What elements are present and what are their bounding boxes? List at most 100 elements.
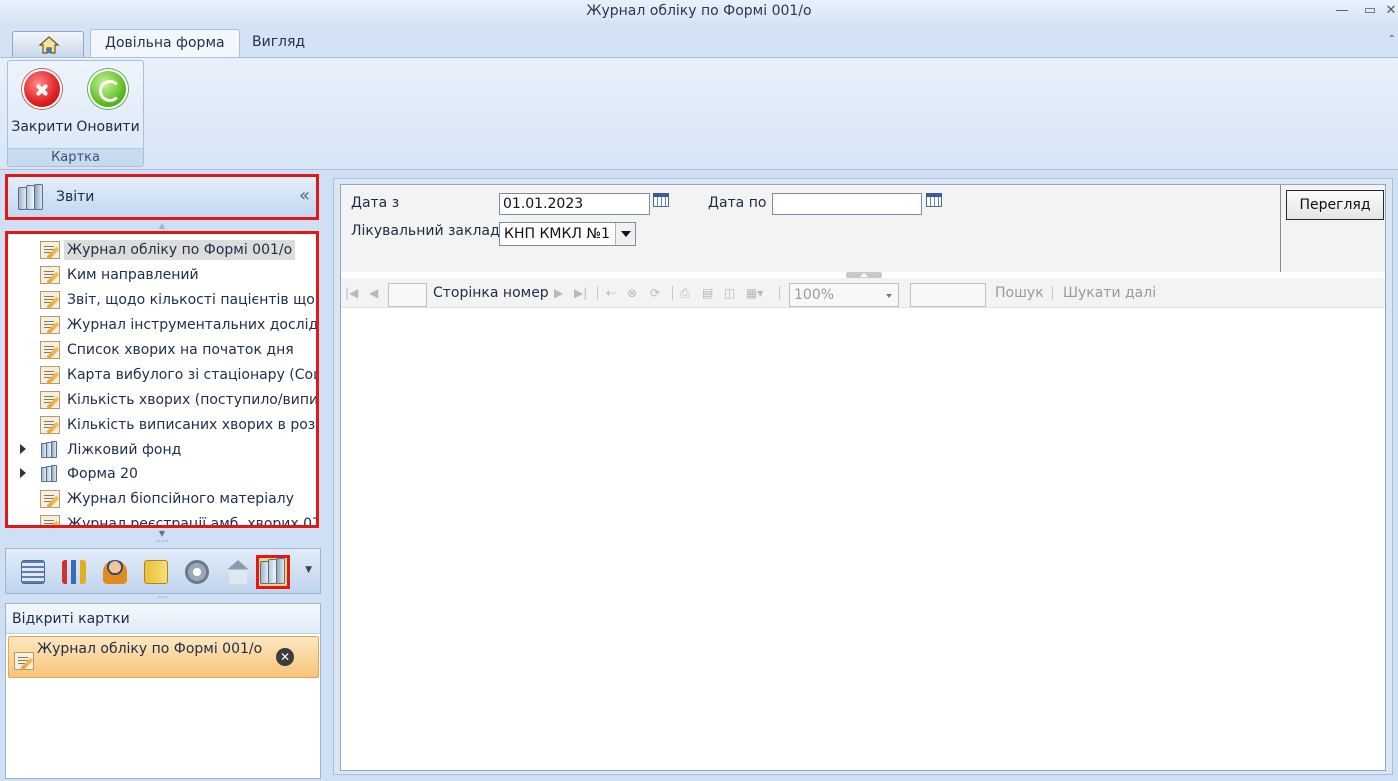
last-page-icon[interactable]: ▶| — [574, 286, 587, 300]
report-icon — [40, 241, 60, 259]
opened-cards-panel: Відкриті картки Журнал обліку по Формі 0… — [5, 603, 321, 779]
tree-item[interactable]: Список хворих на початок дня — [8, 338, 316, 362]
tree-item[interactable]: Звіт, щодо кількості пацієнтів що зве — [8, 288, 319, 312]
zoom-select[interactable]: 100% — [789, 283, 899, 307]
close-circle-icon — [22, 69, 62, 109]
tree-item-label: Журнал реєстрації амб. хворих 074 — [67, 516, 319, 528]
opened-card-label: Журнал обліку по Формі 001/о — [37, 641, 263, 657]
previous-page-icon[interactable]: ◀ — [369, 286, 378, 300]
divider — [597, 286, 598, 300]
page-number-input[interactable] — [388, 283, 427, 307]
window-title: Журнал обліку по Формі 001/о — [586, 3, 812, 19]
print-icon[interactable]: ⎙ — [680, 286, 690, 301]
tree-item-label: Звіт, щодо кількості пацієнтів що зве — [67, 292, 319, 308]
splitter-middle[interactable]: ▼ ····· — [5, 530, 319, 546]
close-button[interactable]: Закрити — [10, 67, 74, 137]
folder-reports-icon — [40, 465, 60, 483]
report-icon — [40, 391, 60, 409]
page-setup-icon[interactable]: ◫ — [724, 286, 735, 300]
tree-item[interactable]: Журнал обліку по Формі 001/о — [8, 238, 316, 262]
first-page-icon[interactable]: |◀ — [345, 286, 358, 300]
grid-add-icon[interactable] — [16, 555, 50, 589]
collapse-pane-icon[interactable]: « — [299, 185, 310, 206]
ribbon-group-card: Закрити Оновити Картка — [7, 60, 144, 167]
report-icon — [40, 515, 60, 525]
search-next-link[interactable]: Шукати далі — [1063, 285, 1156, 301]
back-icon[interactable]: ⇠ — [606, 286, 616, 300]
report-icon — [40, 266, 60, 284]
ribbon-collapse-icon[interactable]: ⌃ — [1388, 34, 1396, 45]
parameters-panel: Дата з 01.01.2023 Дата по Лікувальний за… — [341, 185, 1385, 272]
tree-item-label: Список хворих на початок дня — [67, 342, 294, 358]
tab-custom-form[interactable]: Довільна форма — [90, 29, 240, 58]
search-link[interactable]: Пошук — [995, 285, 1044, 301]
calendar-icon[interactable] — [926, 193, 942, 207]
window-controls: — ▭ ✕ — [1328, 0, 1398, 24]
date-to-input[interactable] — [772, 193, 922, 215]
view-button[interactable]: Перегляд — [1286, 190, 1384, 220]
user-icon[interactable] — [98, 555, 132, 589]
minimize-icon[interactable]: — — [1328, 0, 1356, 22]
chart-tools-icon[interactable] — [57, 555, 91, 589]
search-input[interactable] — [910, 283, 986, 307]
expand-arrow-icon[interactable] — [20, 468, 26, 478]
close-icon[interactable]: ✕ — [1384, 0, 1398, 22]
title-bar: Журнал обліку по Формі 001/о — ▭ ✕ — [0, 0, 1398, 24]
refresh-report-icon[interactable]: ⟳ — [650, 286, 660, 300]
tree-item-label: Журнал інструментальних досліджен — [67, 317, 319, 333]
ribbon-tabs: Довільна форма Вигляд ⌃ — [0, 24, 1398, 58]
splitter-top[interactable]: ▲ — [5, 222, 319, 230]
more-icons-chevron-icon[interactable]: ▼ — [305, 565, 312, 575]
next-page-icon[interactable]: ▶ — [554, 286, 563, 300]
refresh-icon — [88, 69, 128, 109]
tree-item-label: Журнал біопсійного матеріалу — [67, 491, 294, 507]
tree-item[interactable]: Ким направлений — [8, 263, 316, 287]
chevron-down-icon[interactable] — [615, 223, 635, 245]
tree-item[interactable]: Кількість хворих (поступило/виписа — [8, 388, 319, 412]
refresh-button-label: Оновити — [76, 119, 140, 135]
report-icon — [40, 490, 60, 508]
reports-icon[interactable] — [256, 555, 290, 589]
institution-select[interactable]: КНП КМКЛ №1 — [499, 222, 636, 246]
tree-folder[interactable]: Форма 20 — [8, 462, 316, 486]
gear-icon[interactable] — [180, 555, 214, 589]
page-layout-icon[interactable]: ▤ — [702, 286, 713, 300]
home-icon — [38, 36, 60, 54]
report-icon — [40, 416, 60, 434]
page-number-label: Сторінка номер — [433, 285, 549, 301]
tree-folder[interactable]: Ліжковий фонд — [8, 438, 316, 462]
refresh-button[interactable]: Оновити — [76, 67, 140, 137]
tab-view[interactable]: Вигляд — [238, 29, 319, 58]
maximize-icon[interactable]: ▭ — [1356, 0, 1384, 22]
tree-item[interactable]: Журнал біопсійного матеріалу — [8, 487, 316, 511]
reports-tree: Журнал обліку по Формі 001/о Ким направл… — [5, 231, 319, 528]
institution-value: КНП КМКЛ №1 — [504, 226, 610, 242]
calendar-icon[interactable] — [653, 193, 669, 207]
report-icon — [14, 652, 34, 670]
stop-icon[interactable]: ⊗ — [627, 286, 637, 300]
expand-arrow-icon[interactable] — [20, 444, 26, 454]
divider — [1052, 286, 1053, 300]
tree-item[interactable]: Карта вибулого зі стаціонару (Соц.у — [8, 363, 316, 387]
house-icon[interactable] — [221, 555, 255, 589]
nav-icon-bar: ▼ — [5, 548, 321, 594]
tree-item-label: Кількість хворих (поступило/виписа — [67, 392, 319, 408]
navigation-pane: Звіти « ▲ Журнал обліку по Формі 001/о К… — [0, 170, 326, 781]
opened-cards-title: Відкриті картки — [6, 604, 320, 634]
report-icon — [40, 316, 60, 334]
splitter-lower[interactable]: ···· — [5, 594, 321, 603]
nav-header-reports[interactable]: Звіти « — [5, 174, 319, 220]
tab-home[interactable] — [12, 31, 84, 57]
reports-icon — [18, 184, 44, 212]
chevron-down-icon[interactable] — [886, 294, 892, 298]
export-icon[interactable]: ▦▾ — [746, 286, 763, 300]
divider — [1280, 185, 1281, 272]
tree-item[interactable]: Журнал реєстрації амб. хворих 074 — [8, 512, 319, 528]
opened-card[interactable]: Журнал обліку по Формі 001/о ✕ — [8, 636, 319, 678]
tree-item[interactable]: Журнал інструментальних досліджен — [8, 313, 319, 337]
date-from-input[interactable]: 01.01.2023 — [499, 193, 650, 215]
close-card-icon[interactable]: ✕ — [276, 648, 294, 666]
viewer-toolbar: |◀ ◀ Сторінка номер ▶ ▶| ⇠ ⊗ ⟳ ⎙ ▤ ◫ ▦▾ … — [341, 278, 1385, 308]
folder-icon[interactable] — [139, 555, 173, 589]
tree-item[interactable]: Кількість виписаних хворих в розріз — [8, 413, 316, 437]
